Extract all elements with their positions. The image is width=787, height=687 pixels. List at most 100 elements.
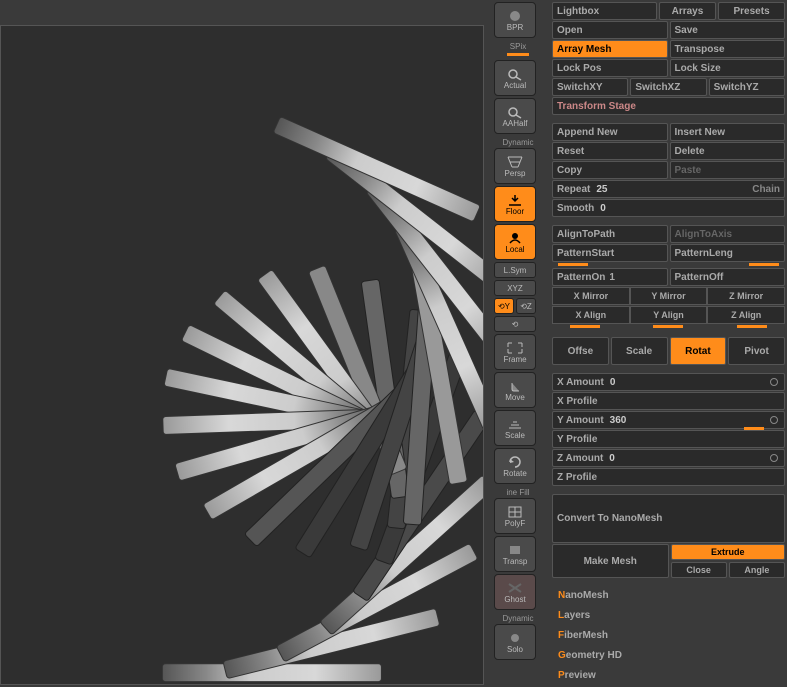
right-toolbar: BPR SPix Actual AAHalf Dynamic Persp Flo… <box>494 0 542 687</box>
dynamic-label: Dynamic <box>494 138 542 147</box>
scale-tab[interactable]: Scale <box>611 337 668 365</box>
ymirror-button[interactable]: Y Mirror <box>630 287 708 305</box>
aligntoaxis-button[interactable]: AlignToAxis <box>670 225 786 243</box>
switchxz-button[interactable]: SwitchXZ <box>630 78 706 96</box>
convert-nanomesh-button[interactable]: Convert To NanoMesh <box>552 494 785 543</box>
lockpos-button[interactable]: Lock Pos <box>552 59 668 77</box>
xamount-label: X Amount <box>557 377 604 388</box>
frame-label: Frame <box>503 356 526 364</box>
offset-tab[interactable]: Offse <box>552 337 609 365</box>
xyz-label: XYZ <box>507 284 523 293</box>
lightbox-button[interactable]: Lightbox <box>552 2 657 20</box>
xmirror-button[interactable]: X Mirror <box>552 287 630 305</box>
xamount-value: 0 <box>610 377 616 388</box>
yprofile-slider[interactable]: Y Profile <box>552 430 785 448</box>
reset-button[interactable]: Reset <box>552 142 668 160</box>
copy-button[interactable]: Copy <box>552 161 668 179</box>
zamount-slider[interactable]: Z Amount 0 <box>552 449 785 467</box>
zalign-button[interactable]: Z Align <box>707 306 785 324</box>
close-button[interactable]: Close <box>671 562 727 578</box>
makemesh-button[interactable]: Make Mesh <box>552 544 669 578</box>
patternstart-slider[interactable]: PatternStart <box>552 244 668 262</box>
rotate-button[interactable]: Rotate <box>494 448 536 484</box>
repeat-slider[interactable]: Repeat 25 Chain <box>552 180 785 198</box>
nanomesh-section[interactable]: NNanoMeshanoMesh <box>552 586 785 605</box>
locksize-button[interactable]: Lock Size <box>670 59 786 77</box>
yamount-slider[interactable]: Y Amount 360 <box>552 411 785 429</box>
fibermesh-section[interactable]: FiberMesh <box>552 626 785 645</box>
patternon-value: 1 <box>609 272 615 283</box>
solo-button[interactable]: Solo <box>494 624 536 660</box>
xyz-button[interactable]: XYZ <box>494 280 536 296</box>
switchxy-button[interactable]: SwitchXY <box>552 78 628 96</box>
yamount-label: Y Amount <box>557 415 604 426</box>
xprofile-slider[interactable]: X Profile <box>552 392 785 410</box>
xamount-slider[interactable]: X Amount 0 <box>552 373 785 391</box>
geometryhd-section[interactable]: Geometry HD <box>552 646 785 665</box>
scale-button[interactable]: Scale <box>494 410 536 446</box>
lsym-button[interactable]: L.Sym <box>494 262 536 278</box>
transp-button[interactable]: Transp <box>494 536 536 572</box>
xalign-button[interactable]: X Align <box>552 306 630 324</box>
scale-label: Scale <box>505 432 525 440</box>
bpr-label: BPR <box>507 24 523 32</box>
xamount-dot-icon <box>770 378 778 386</box>
appendnew-button[interactable]: Append New <box>552 123 668 141</box>
local-button[interactable]: Local <box>494 224 536 260</box>
actual-label: Actual <box>504 82 526 90</box>
transform-stage-label: Transform Stage <box>557 101 636 112</box>
insertnew-button[interactable]: Insert New <box>670 123 786 141</box>
polyf-button[interactable]: PolyF <box>494 498 536 534</box>
zprofile-slider[interactable]: Z Profile <box>552 468 785 486</box>
switchyz-button[interactable]: SwitchYZ <box>709 78 785 96</box>
aligntopath-button[interactable]: AlignToPath <box>552 225 668 243</box>
move-button[interactable]: Move <box>494 372 536 408</box>
extrude-button[interactable]: Extrude <box>671 544 786 560</box>
viewport-3d[interactable] <box>0 25 484 685</box>
patternon-slider[interactable]: PatternOn 1 <box>552 268 668 286</box>
inefill-label: ine Fill <box>494 488 542 497</box>
actual-button[interactable]: Actual <box>494 60 536 96</box>
local-label: Local <box>505 246 524 254</box>
ghost-button[interactable]: Ghost <box>494 574 536 610</box>
patternlength-slider[interactable]: PatternLeng <box>670 244 786 262</box>
transpose-button[interactable]: Transpose <box>670 40 786 58</box>
polyf-label: PolyF <box>505 520 525 528</box>
transp-label: Transp <box>503 558 528 566</box>
presets-button[interactable]: Presets <box>718 2 785 20</box>
pivot-tab[interactable]: Pivot <box>728 337 785 365</box>
zamount-value: 0 <box>609 453 615 464</box>
floor-button[interactable]: Floor <box>494 186 536 222</box>
smooth-slider[interactable]: Smooth 0 <box>552 199 785 217</box>
smooth-label: Smooth <box>557 203 594 214</box>
rotate-tab[interactable]: Rotat <box>670 337 727 365</box>
transform-stage-slider[interactable]: Transform Stage <box>552 97 785 115</box>
preview-section[interactable]: Preview <box>552 666 785 685</box>
persp-button[interactable]: Persp <box>494 148 536 184</box>
angle-button[interactable]: Angle <box>729 562 785 578</box>
move-label: Move <box>505 394 525 402</box>
spix-bar <box>507 53 529 56</box>
rot-y-button[interactable]: ⟲Y <box>494 298 514 314</box>
zmirror-button[interactable]: Z Mirror <box>707 287 785 305</box>
layers-section[interactable]: Layers <box>552 606 785 625</box>
arraymesh-button[interactable]: Array Mesh <box>552 40 668 58</box>
rot-free-button[interactable]: ⟲ <box>494 316 536 332</box>
rot-z-button[interactable]: ⟲Z <box>516 298 536 314</box>
aahalf-button[interactable]: AAHalf <box>494 98 536 134</box>
frame-button[interactable]: Frame <box>494 334 536 370</box>
patternoff-slider[interactable]: PatternOff <box>670 268 786 286</box>
chain-label: Chain <box>752 184 780 195</box>
paste-button[interactable]: Paste <box>670 161 786 179</box>
smooth-value: 0 <box>600 203 606 214</box>
bpr-button[interactable]: BPR <box>494 2 536 38</box>
yalign-button[interactable]: Y Align <box>630 306 708 324</box>
arrays-button[interactable]: Arrays <box>659 2 716 20</box>
save-button[interactable]: Save <box>670 21 786 39</box>
open-button[interactable]: Open <box>552 21 668 39</box>
yamount-value: 360 <box>610 415 627 426</box>
xprofile-label: X Profile <box>557 396 598 407</box>
patternon-label: PatternOn <box>557 272 605 283</box>
spix-label: SPix <box>494 42 542 51</box>
delete-button[interactable]: Delete <box>670 142 786 160</box>
